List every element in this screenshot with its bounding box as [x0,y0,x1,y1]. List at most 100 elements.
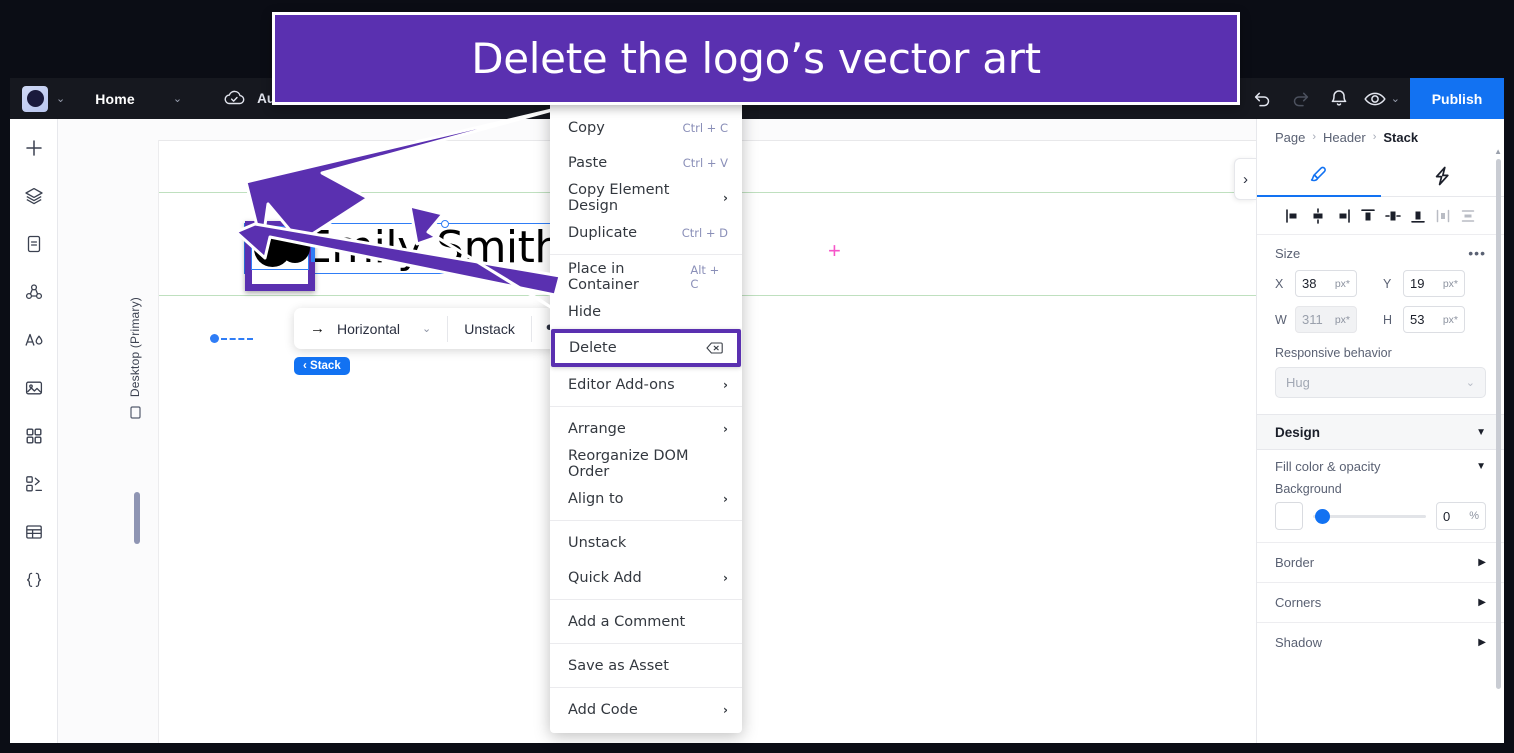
context-menu-item-editor-addons[interactable]: Editor Add-ons › [550,367,742,402]
add-icon[interactable] [19,133,49,163]
menu-separator-1 [550,254,742,255]
menu-separator-5 [550,643,742,644]
opacity-input[interactable]: 0 % [1436,502,1486,530]
distribute-vertical-icon[interactable] [1459,207,1477,225]
header-name-text[interactable]: Emily Smith [304,220,562,276]
shadow-section-header[interactable]: Shadow ▶ [1257,622,1504,662]
context-menu-item-align-to[interactable]: Align to › [550,481,742,516]
x-input[interactable]: 38 px* [1295,270,1357,297]
assets-image-icon[interactable] [19,373,49,403]
context-menu-item-hide[interactable]: Hide [550,294,742,329]
add-element-marker[interactable]: + [828,240,841,262]
home-menu-label[interactable]: Home [95,91,135,107]
menu-label: Paste [568,154,608,171]
unstack-button[interactable]: Unstack [448,308,531,349]
publish-button[interactable]: Publish [1410,78,1504,119]
h-label: H [1383,312,1393,327]
pages-icon[interactable] [19,229,49,259]
breadcrumb-item-header[interactable]: Header [1323,130,1366,145]
chevron-right-icon: › [723,190,728,205]
preview-chevron-down-icon[interactable]: ⌄ [1391,92,1400,105]
context-menu-item-unstack[interactable]: Unstack [550,525,742,560]
context-menu-item-quick-add[interactable]: Quick Add › [550,560,742,595]
align-right-icon[interactable] [1334,207,1352,225]
breakpoint-label[interactable]: Desktop (Primary) [128,297,150,397]
app-logo-button[interactable]: ⌄ [22,85,65,112]
y-input[interactable]: 19 px* [1403,270,1465,297]
background-control-row: 0 % [1257,498,1504,542]
stack-parent-badge[interactable]: ‹ Stack [294,357,350,375]
background-color-swatch[interactable] [1275,502,1303,530]
context-menu-item-delete[interactable]: Delete [555,333,737,363]
tab-interactions[interactable] [1381,155,1505,196]
fill-color-opacity-label: Fill color & opacity [1275,458,1381,474]
size-section: Size ••• X 38 px* Y 19 px* W 311 px* H 5… [1257,235,1504,402]
code-component-icon[interactable] [19,469,49,499]
table-icon[interactable] [19,517,49,547]
h-input[interactable]: 53 px* [1403,306,1465,333]
border-section-header[interactable]: Border ▶ [1257,542,1504,582]
context-menu-item-duplicate[interactable]: Duplicate Ctrl + D [550,215,742,250]
align-top-icon[interactable] [1359,207,1377,225]
context-menu-item-add-a-comment[interactable]: Add a Comment [550,604,742,639]
chevron-right-icon: › [723,377,728,392]
typography-icon[interactable] [19,325,49,355]
selection-anchor-line [221,338,253,340]
chevron-right-icon: › [723,421,728,436]
canvas-scrollbar-thumb[interactable] [134,492,140,544]
preview-button[interactable]: ⌄ [1358,91,1410,107]
align-left-icon[interactable] [1284,207,1302,225]
context-menu-item-copy[interactable]: Copy Ctrl + C [550,110,742,145]
context-menu-item-save-as-asset[interactable]: Save as Asset [550,648,742,683]
menu-separator-6 [550,687,742,688]
align-center-horizontal-icon[interactable] [1309,207,1327,225]
triangle-right-icon: ▶ [1478,597,1486,608]
context-menu-item-arrange[interactable]: Arrange › [550,411,742,446]
layers-icon[interactable] [19,181,49,211]
menu-label: Copy Element Design [568,181,670,214]
eye-icon [1364,91,1386,107]
opacity-slider[interactable] [1313,507,1426,525]
context-menu-item-add-code[interactable]: Add Code › [550,692,742,727]
w-input[interactable]: 311 px* [1295,306,1357,333]
panel-scroll-up-arrow[interactable]: ▲ [1494,147,1502,156]
size-more-icon[interactable]: ••• [1468,245,1486,261]
align-middle-vertical-icon[interactable] [1384,207,1402,225]
design-title: Design [1275,424,1321,440]
fill-color-opacity-header[interactable]: Fill color & opacity ▼ [1257,450,1504,482]
apps-grid-icon[interactable] [19,421,49,451]
border-label: Border [1275,555,1315,570]
home-chevron-down-icon[interactable]: ⌄ [173,92,182,105]
panel-scrollbar-thumb[interactable] [1496,159,1501,689]
stack-direction-control[interactable]: → Horizontal ⌄ [294,308,447,349]
stack-direction-chevron-down-icon[interactable]: ⌄ [422,322,431,335]
panel-toggle-button[interactable]: › [1234,158,1256,200]
h-unit: px* [1442,313,1458,326]
corners-section-header[interactable]: Corners ▶ [1257,582,1504,622]
custom-code-icon[interactable] [19,565,49,595]
context-menu-item-place-in-container[interactable]: Place in Container Alt + C [550,259,742,294]
breadcrumb-item-page[interactable]: Page [1275,130,1305,145]
app-logo-chevron-down-icon[interactable]: ⌄ [56,92,65,105]
logo-circle-small-icon [280,233,310,263]
distribute-horizontal-icon[interactable] [1434,207,1452,225]
undo-icon[interactable] [1244,78,1282,119]
bell-icon[interactable] [1320,78,1358,119]
background-label: Background [1275,482,1342,496]
selection-anchor-dot[interactable] [210,334,219,343]
align-bottom-icon[interactable] [1409,207,1427,225]
slider-knob[interactable] [1315,508,1330,524]
text-caret [311,236,315,262]
components-icon[interactable] [19,277,49,307]
design-section-header[interactable]: Design ▼ [1257,414,1504,450]
top-toolbar-right: ⌄ Publish [1244,78,1504,119]
menu-label: Copy [568,119,605,136]
context-menu-item-reorganize-dom-order[interactable]: Reorganize DOM Order [550,446,742,481]
responsive-behavior-select[interactable]: Hug ⌄ [1275,367,1486,398]
context-menu-item-paste[interactable]: Paste Ctrl + V [550,145,742,180]
tab-design[interactable] [1257,155,1381,197]
context-menu[interactable]: Cut Ctrl + X Copy Ctrl + C Paste Ctrl + … [550,96,742,733]
redo-icon[interactable] [1282,78,1320,119]
breadcrumb-item-stack[interactable]: Stack [1383,130,1418,145]
context-menu-item-copy-element-design[interactable]: Copy Element Design › [550,180,742,215]
